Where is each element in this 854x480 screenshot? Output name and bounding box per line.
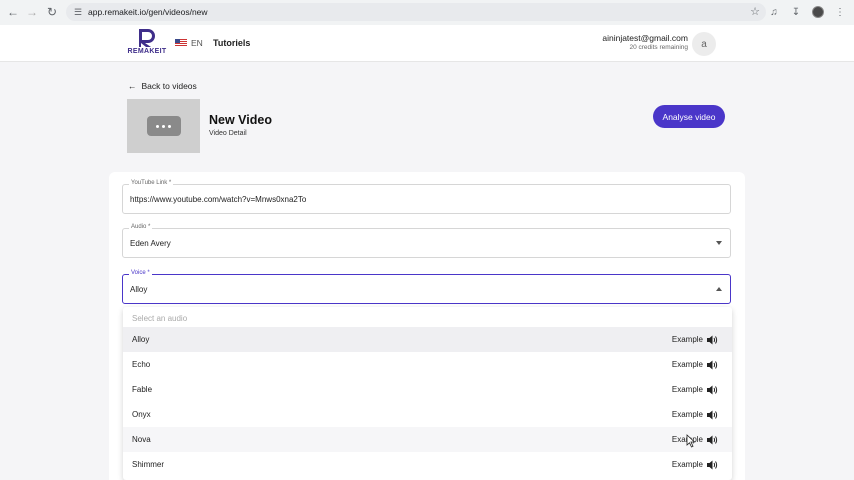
audio-value: Eden Avery: [130, 239, 171, 248]
speaker-icon: [707, 385, 718, 395]
kebab-menu-icon[interactable]: ⋮: [832, 3, 848, 21]
back-link-label: Back to videos: [141, 81, 197, 91]
us-flag-icon: [175, 39, 187, 47]
example-label: Example: [671, 460, 703, 469]
voice-option-label: Alloy: [132, 335, 150, 344]
voice-select[interactable]: Voice * Alloy: [122, 270, 731, 304]
voice-option-fable[interactable]: Fable Example: [123, 377, 732, 402]
language-selector[interactable]: EN: [175, 38, 203, 48]
more-dots-icon: [146, 116, 181, 136]
example-button[interactable]: Example: [672, 360, 718, 370]
voice-value: Alloy: [130, 285, 148, 294]
voice-option-label: Onyx: [132, 410, 151, 419]
account-info: aininjatest@gmail.com 20 credits remaini…: [602, 33, 688, 51]
back-to-videos-link[interactable]: ← Back to videos: [128, 81, 197, 91]
voice-option-nova[interactable]: Nova Example: [123, 427, 732, 452]
voice-option-alloy[interactable]: Alloy Example: [123, 327, 732, 352]
language-code: EN: [191, 38, 203, 48]
media-controls-icon[interactable]: ♫: [766, 3, 782, 21]
download-icon[interactable]: ↧: [788, 3, 804, 21]
example-button[interactable]: Example: [672, 410, 718, 420]
reload-icon[interactable]: ↻: [42, 2, 62, 22]
app-header: REMAKEIT EN Tutoriels aininjatest@gmail.…: [0, 25, 854, 62]
browser-toolbar: ← → ↻ ☰ app.remakeit.io/gen/videos/new ☆…: [0, 0, 854, 25]
audio-label: Audio *: [129, 224, 153, 230]
chevron-up-icon: [716, 287, 722, 291]
youtube-link-label: YouTube Link *: [129, 180, 174, 186]
voice-option-onyx[interactable]: Onyx Example: [123, 402, 732, 427]
speaker-icon: [707, 335, 718, 345]
speaker-icon: [707, 460, 718, 470]
logo-text: REMAKEIT: [127, 48, 167, 55]
account-email: aininjatest@gmail.com: [602, 33, 688, 43]
back-arrow-icon[interactable]: ←: [3, 2, 23, 22]
speaker-icon: [707, 410, 718, 420]
example-label: Example: [671, 335, 703, 344]
remakeit-logo[interactable]: REMAKEIT: [126, 28, 168, 60]
example-button[interactable]: Example: [672, 385, 718, 395]
example-label: Example: [671, 360, 703, 369]
chevron-down-icon: [716, 241, 722, 245]
video-thumbnail: [127, 99, 200, 153]
logo-mark-icon: [136, 28, 158, 48]
youtube-link-field[interactable]: YouTube Link * https://www.youtube.com/w…: [122, 180, 731, 214]
speaker-icon: [707, 435, 718, 445]
arrow-left-icon: ←: [128, 81, 137, 91]
voice-option-label: Shimmer: [132, 460, 165, 469]
voice-dropdown-menu: Select an audio Alloy Example Echo Examp…: [123, 307, 732, 480]
tutorials-link[interactable]: Tutoriels: [213, 38, 250, 48]
voice-option-label: Fable: [132, 385, 153, 394]
example-button[interactable]: Example: [672, 460, 718, 470]
site-info-icon[interactable]: ☰: [74, 7, 88, 18]
voice-option-label: Nova: [132, 435, 151, 444]
forward-arrow-icon[interactable]: →: [22, 2, 42, 22]
dropdown-placeholder: Select an audio: [132, 313, 188, 323]
youtube-link-value: https://www.youtube.com/watch?v=Mnws0xna…: [130, 195, 307, 204]
avatar[interactable]: a: [692, 32, 716, 56]
voice-option-label: Echo: [132, 360, 151, 369]
address-bar[interactable]: ☰ app.remakeit.io/gen/videos/new ☆: [66, 3, 766, 21]
voice-option-shimmer[interactable]: Shimmer Example: [123, 452, 732, 477]
voice-label: Voice *: [129, 270, 152, 276]
example-label: Example: [671, 410, 703, 419]
example-button[interactable]: Example: [672, 335, 718, 345]
credits-remaining: 20 credits remaining: [629, 44, 688, 51]
speaker-icon: [707, 360, 718, 370]
url-text: app.remakeit.io/gen/videos/new: [88, 7, 208, 17]
profile-icon[interactable]: [810, 3, 826, 21]
analyse-video-button[interactable]: Analyse video: [653, 105, 725, 128]
page-subtitle: Video Detail: [209, 130, 247, 137]
voice-option-echo[interactable]: Echo Example: [123, 352, 732, 377]
mouse-cursor-icon: [686, 434, 696, 448]
audio-select[interactable]: Audio * Eden Avery: [122, 224, 731, 258]
example-label: Example: [671, 385, 703, 394]
bookmark-star-icon[interactable]: ☆: [750, 5, 760, 18]
page-title: New Video: [209, 113, 272, 127]
